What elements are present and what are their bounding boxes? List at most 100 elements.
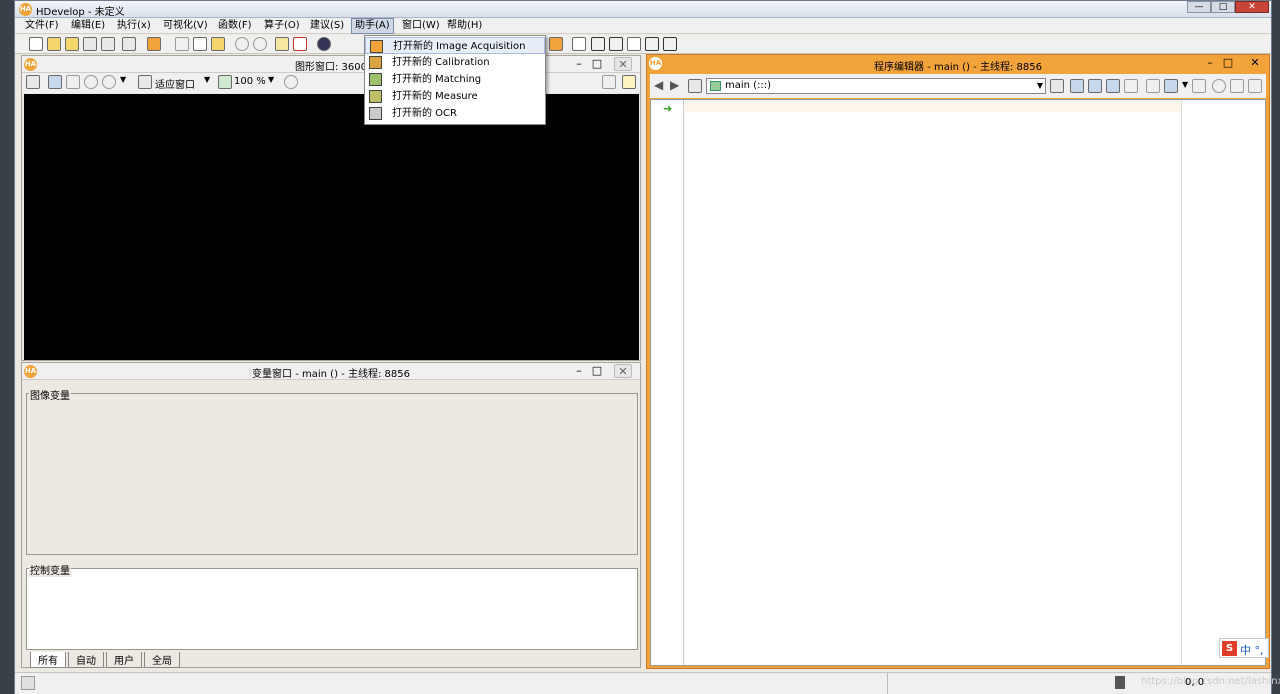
settings-icon[interactable]: [622, 75, 636, 89]
histogram-icon[interactable]: [609, 37, 623, 51]
fit-window-label[interactable]: 适应窗口: [155, 76, 195, 91]
undo-icon[interactable]: [235, 37, 249, 51]
menu-edit[interactable]: 编辑(E): [68, 19, 108, 33]
run-icon[interactable]: [317, 37, 331, 51]
panel-maximize-button[interactable]: □: [588, 57, 606, 71]
read-image-icon[interactable]: [122, 37, 136, 51]
breakpoint-icon[interactable]: [1124, 79, 1138, 93]
program-code-area[interactable]: ➜: [650, 99, 1266, 666]
tools-icon[interactable]: [1230, 79, 1244, 93]
matching-icon: [369, 73, 382, 86]
window-icon[interactable]: [549, 37, 563, 51]
panel-maximize-button[interactable]: □: [588, 364, 606, 378]
tab-global[interactable]: 全局: [144, 652, 180, 668]
new-file-icon[interactable]: [29, 37, 43, 51]
menu-help[interactable]: 帮助(H): [444, 19, 485, 33]
control-variables-box[interactable]: 控制变量: [26, 562, 638, 650]
graphics-icon[interactable]: [572, 37, 586, 51]
filter-icon[interactable]: [1164, 79, 1178, 93]
edit-icon[interactable]: [1070, 79, 1084, 93]
minimize-button[interactable]: —: [1187, 1, 1211, 13]
panel-close-button[interactable]: ✕: [614, 57, 632, 71]
menu-functions[interactable]: 函数(F): [215, 19, 255, 33]
menu-item-calibration[interactable]: 打开新的 Calibration: [365, 54, 545, 71]
tab-auto[interactable]: 自动: [68, 652, 104, 668]
panel-close-button[interactable]: ✕: [614, 364, 632, 378]
chevron-down-icon[interactable]: ▼: [268, 75, 274, 84]
program-editor-header: HA 程序编辑器 - main () - 主线程: 8856 – □ ✕: [647, 55, 1269, 73]
procedure-selector[interactable]: main (:::) ▼: [706, 78, 1046, 94]
paste-icon[interactable]: [211, 37, 225, 51]
draw-icon[interactable]: [26, 75, 40, 89]
search-icon[interactable]: [1146, 79, 1160, 93]
feature-inspection-icon[interactable]: [627, 37, 641, 51]
pointer-icon[interactable]: [48, 75, 62, 89]
open-file-icon[interactable]: [47, 37, 61, 51]
clock-icon[interactable]: [1212, 79, 1226, 93]
menu-execute[interactable]: 执行(x): [114, 19, 154, 33]
save-as-icon[interactable]: [101, 37, 115, 51]
forward-arrow-icon[interactable]: ▶: [670, 78, 679, 92]
close-button[interactable]: ✕: [1235, 1, 1269, 13]
fit-window-icon[interactable]: [138, 75, 152, 89]
zoom-icon[interactable]: [84, 75, 98, 89]
panel-minimize-button[interactable]: –: [570, 364, 588, 378]
calibration-icon: [369, 56, 382, 69]
menu-item-image-acquisition[interactable]: 打开新的 Image Acquisition: [365, 37, 545, 54]
gray-histogram-icon[interactable]: [645, 37, 659, 51]
iconic-variables-box[interactable]: 图像变量: [26, 387, 638, 555]
graphics-canvas[interactable]: [24, 94, 639, 360]
cursor-icon[interactable]: [1106, 79, 1120, 93]
menu-item-measure[interactable]: 打开新的 Measure: [365, 88, 545, 105]
move-icon[interactable]: [66, 75, 80, 89]
menu-suggestions[interactable]: 建议(S): [307, 19, 347, 33]
graphics-toolbar: ▼ 适应窗口 ▼ 100 % ▼: [22, 73, 640, 93]
insert-code-icon[interactable]: [147, 37, 161, 51]
menu-window[interactable]: 窗口(W): [399, 19, 443, 33]
delete-procedure-icon[interactable]: [293, 37, 307, 51]
panel-minimize-button[interactable]: –: [570, 57, 588, 71]
calendar-icon[interactable]: [1050, 79, 1064, 93]
panel-close-button[interactable]: ✕: [1245, 56, 1265, 70]
redo-icon[interactable]: [253, 37, 267, 51]
watermark: https://blog.csdn.net/lashinx: [1141, 676, 1280, 687]
zoom-level-icon[interactable]: [218, 75, 232, 89]
ime-indicator[interactable]: S 中 °,: [1219, 638, 1269, 658]
back-arrow-icon[interactable]: ◀: [654, 78, 663, 92]
panel-minimize-button[interactable]: –: [1201, 56, 1219, 70]
menu-item-matching[interactable]: 打开新的 Matching: [365, 71, 545, 88]
color-palette-icon[interactable]: [284, 75, 298, 89]
edit-procedure-icon[interactable]: [275, 37, 289, 51]
copy-icon[interactable]: [193, 37, 207, 51]
procedure-icon[interactable]: [688, 79, 702, 93]
pick-icon[interactable]: [602, 75, 616, 89]
line-profile-icon[interactable]: [591, 37, 605, 51]
variable-window-title: 变量窗口 - main () - 主线程: 8856: [252, 369, 410, 380]
magnify-icon[interactable]: [102, 75, 116, 89]
open-example-icon[interactable]: [65, 37, 79, 51]
chevron-down-icon[interactable]: ▼: [204, 75, 210, 84]
tab-user[interactable]: 用户: [106, 652, 142, 668]
save-icon[interactable]: [83, 37, 97, 51]
menu-visualize[interactable]: 可视化(V): [160, 19, 211, 33]
maximize-button[interactable]: □: [1211, 1, 1235, 13]
panel-maximize-button[interactable]: □: [1219, 56, 1237, 70]
divider: [1181, 100, 1182, 665]
tab-all[interactable]: 所有: [30, 652, 66, 668]
step-icon[interactable]: [1088, 79, 1102, 93]
cut-icon[interactable]: [175, 37, 189, 51]
program-editor-window: HA 程序编辑器 - main () - 主线程: 8856 – □ ✕ ◀ ▶…: [646, 54, 1270, 669]
menu-operators[interactable]: 算子(O): [261, 19, 303, 33]
time-icon[interactable]: [1192, 79, 1206, 93]
chevron-down-icon[interactable]: ▼: [120, 75, 126, 84]
zoom-window-icon[interactable]: [663, 37, 677, 51]
menu-item-ocr[interactable]: 打开新的 OCR: [365, 105, 545, 122]
current-line[interactable]: [685, 100, 1181, 112]
measure-icon: [369, 90, 382, 103]
menu-file[interactable]: 文件(F): [22, 19, 62, 33]
line-gutter[interactable]: ➜: [651, 100, 684, 665]
magic-icon[interactable]: [1248, 79, 1262, 93]
menu-assistants[interactable]: 助手(A): [351, 18, 394, 34]
chevron-down-icon[interactable]: ▼: [1182, 80, 1188, 89]
zoom-level[interactable]: 100 %: [234, 76, 266, 87]
